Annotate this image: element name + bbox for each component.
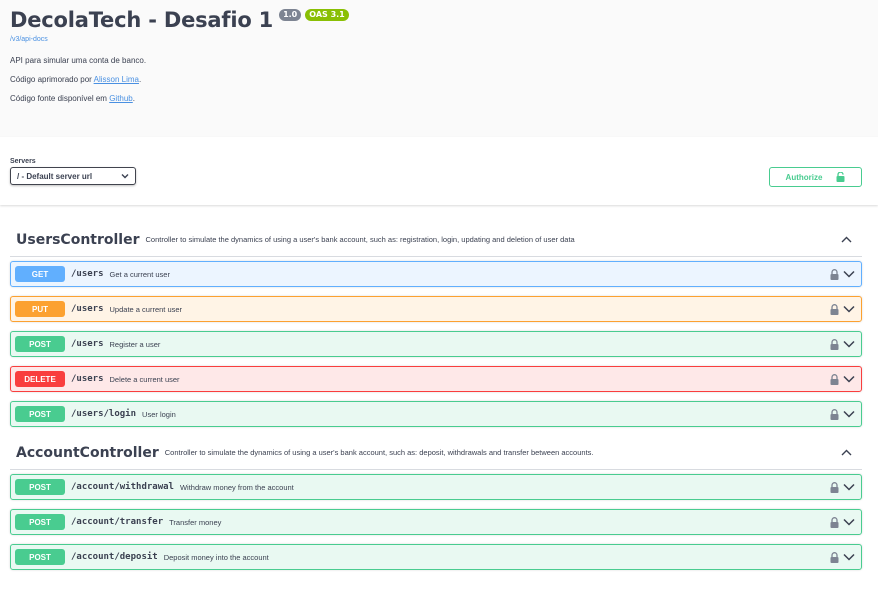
lock-icon[interactable] bbox=[830, 268, 839, 280]
authorize-label: Authorize bbox=[785, 172, 823, 182]
operation-delete-users[interactable]: DELETE /users Delete a current user bbox=[10, 366, 862, 392]
operation-summary: Update a current user bbox=[109, 304, 183, 314]
operation-path: /users/login bbox=[71, 409, 137, 419]
chevron-down-icon[interactable] bbox=[843, 340, 855, 348]
chevron-down-icon[interactable] bbox=[843, 305, 855, 313]
operation-summary: Register a user bbox=[109, 339, 161, 349]
operation-get-users[interactable]: GET /users Get a current user bbox=[10, 261, 862, 287]
chevron-up-icon[interactable] bbox=[840, 447, 852, 459]
tag-section-users: UsersController Controller to simulate t… bbox=[10, 223, 862, 427]
tag-header-users[interactable]: UsersController Controller to simulate t… bbox=[10, 223, 862, 257]
description-text: Código aprimorado por bbox=[10, 75, 92, 84]
operation-path: /users bbox=[71, 269, 104, 279]
operation-summary: User login bbox=[142, 409, 176, 419]
operation-path: /users bbox=[71, 374, 104, 384]
chevron-up-icon[interactable] bbox=[840, 234, 852, 246]
operation-post-account-transfer[interactable]: POST /account/transfer Transfer money bbox=[10, 509, 862, 535]
lock-icon[interactable] bbox=[830, 516, 839, 528]
github-link[interactable]: Github bbox=[109, 94, 133, 103]
operation-path: /users bbox=[71, 339, 104, 349]
operation-summary: Get a current user bbox=[109, 269, 170, 279]
operation-path: /account/withdrawal bbox=[71, 482, 174, 492]
http-method-badge: DELETE bbox=[15, 371, 65, 387]
operation-post-users[interactable]: POST /users Register a user bbox=[10, 331, 862, 357]
description-text: . bbox=[138, 75, 142, 84]
chevron-down-icon[interactable] bbox=[843, 483, 855, 491]
page-title: DecolaTech - Desafio 1 bbox=[10, 8, 274, 32]
operation-summary: Deposit money into the account bbox=[163, 552, 269, 562]
operation-put-users[interactable]: PUT /users Update a current user bbox=[10, 296, 862, 322]
author-link[interactable]: Alisson Lima bbox=[94, 75, 139, 84]
api-description: API para simular uma conta de banco. Cód… bbox=[10, 56, 868, 103]
info-section: DecolaTech - Desafio 1 1.0 OAS 3.1 /v3/a… bbox=[0, 0, 878, 137]
operation-summary: Transfer money bbox=[169, 517, 222, 527]
servers-bar: Servers / - Default server url Authorize bbox=[0, 137, 878, 205]
chevron-down-icon[interactable] bbox=[843, 270, 855, 278]
operation-post-account-deposit[interactable]: POST /account/deposit Deposit money into… bbox=[10, 544, 862, 570]
lock-icon[interactable] bbox=[830, 408, 839, 420]
lock-icon[interactable] bbox=[830, 481, 839, 493]
server-select[interactable]: / - Default server url bbox=[10, 167, 136, 185]
description-line: Código aprimorado por Alisson Lima. bbox=[10, 75, 868, 84]
chevron-down-icon bbox=[121, 173, 129, 179]
operation-summary: Withdraw money from the account bbox=[179, 482, 294, 492]
authorize-button[interactable]: Authorize bbox=[769, 167, 862, 187]
http-method-badge: PUT bbox=[15, 301, 65, 317]
chevron-down-icon[interactable] bbox=[843, 410, 855, 418]
tag-header-account[interactable]: AccountController Controller to simulate… bbox=[10, 436, 862, 470]
chevron-down-icon[interactable] bbox=[843, 518, 855, 526]
tag-section-account: AccountController Controller to simulate… bbox=[10, 436, 862, 570]
operations-list: UsersController Controller to simulate t… bbox=[0, 223, 878, 570]
oas-badge: OAS 3.1 bbox=[305, 9, 349, 21]
operation-post-users-login[interactable]: POST /users/login User login bbox=[10, 401, 862, 427]
lock-icon[interactable] bbox=[830, 338, 839, 350]
lock-icon[interactable] bbox=[830, 303, 839, 315]
version-badge: 1.0 bbox=[279, 9, 302, 21]
chevron-down-icon[interactable] bbox=[843, 375, 855, 383]
operation-path: /users bbox=[71, 304, 104, 314]
operation-path: /account/deposit bbox=[71, 552, 158, 562]
title-row: DecolaTech - Desafio 1 1.0 OAS 3.1 bbox=[10, 6, 868, 34]
http-method-badge: POST bbox=[15, 406, 65, 422]
http-method-badge: POST bbox=[15, 336, 65, 352]
operation-post-account-withdrawal[interactable]: POST /account/withdrawal Withdraw money … bbox=[10, 474, 862, 500]
description-text: Código fonte disponível em bbox=[10, 94, 107, 103]
tag-description: Controller to simulate the dynamics of u… bbox=[145, 235, 575, 244]
description-text: . bbox=[132, 94, 135, 103]
http-method-badge: GET bbox=[15, 266, 65, 282]
tag-name: AccountController bbox=[16, 444, 159, 461]
http-method-badge: POST bbox=[15, 514, 65, 530]
server-select-value: / - Default server url bbox=[17, 171, 93, 181]
lock-icon[interactable] bbox=[830, 551, 839, 563]
operation-path: /account/transfer bbox=[71, 517, 164, 527]
unlocked-icon bbox=[836, 172, 845, 182]
servers-label: Servers bbox=[10, 158, 36, 165]
description-text: API para simular uma conta de banco. bbox=[10, 56, 147, 65]
description-line: Código fonte disponível em Github. bbox=[10, 94, 868, 103]
http-method-badge: POST bbox=[15, 549, 65, 565]
lock-icon[interactable] bbox=[830, 373, 839, 385]
operation-summary: Delete a current user bbox=[109, 374, 180, 384]
description-line: API para simular uma conta de banco. bbox=[10, 56, 868, 65]
chevron-down-icon[interactable] bbox=[843, 553, 855, 561]
api-docs-link[interactable]: /v3/api-docs bbox=[10, 36, 868, 43]
tag-description: Controller to simulate the dynamics of u… bbox=[164, 448, 594, 457]
http-method-badge: POST bbox=[15, 479, 65, 495]
tag-name: UsersController bbox=[16, 231, 140, 248]
